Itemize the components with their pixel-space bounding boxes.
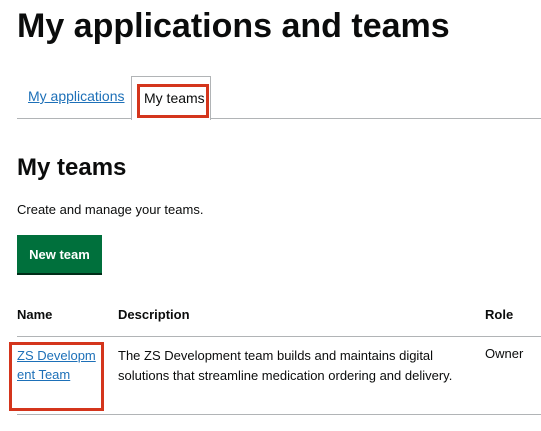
header-divider: [17, 336, 541, 337]
tab-my-teams[interactable]: My teams: [131, 76, 211, 120]
section-description: Create and manage your teams.: [17, 202, 204, 217]
column-header-description: Description: [118, 307, 190, 322]
column-header-name: Name: [17, 307, 53, 322]
team-name-link[interactable]: ZS Development Team: [17, 346, 97, 384]
tab-my-applications[interactable]: My applications: [28, 88, 125, 104]
team-description: The ZS Development team builds and maint…: [118, 348, 453, 383]
page-title: My applications and teams: [17, 7, 450, 45]
tab-list: My applications My teams: [17, 76, 541, 120]
section-title: My teams: [17, 154, 127, 181]
team-role: Owner: [485, 346, 524, 361]
new-team-button[interactable]: New team: [17, 235, 102, 273]
row-divider: [17, 414, 541, 415]
column-header-role: Role: [485, 307, 514, 322]
tab-my-teams-label: My teams: [144, 90, 205, 106]
